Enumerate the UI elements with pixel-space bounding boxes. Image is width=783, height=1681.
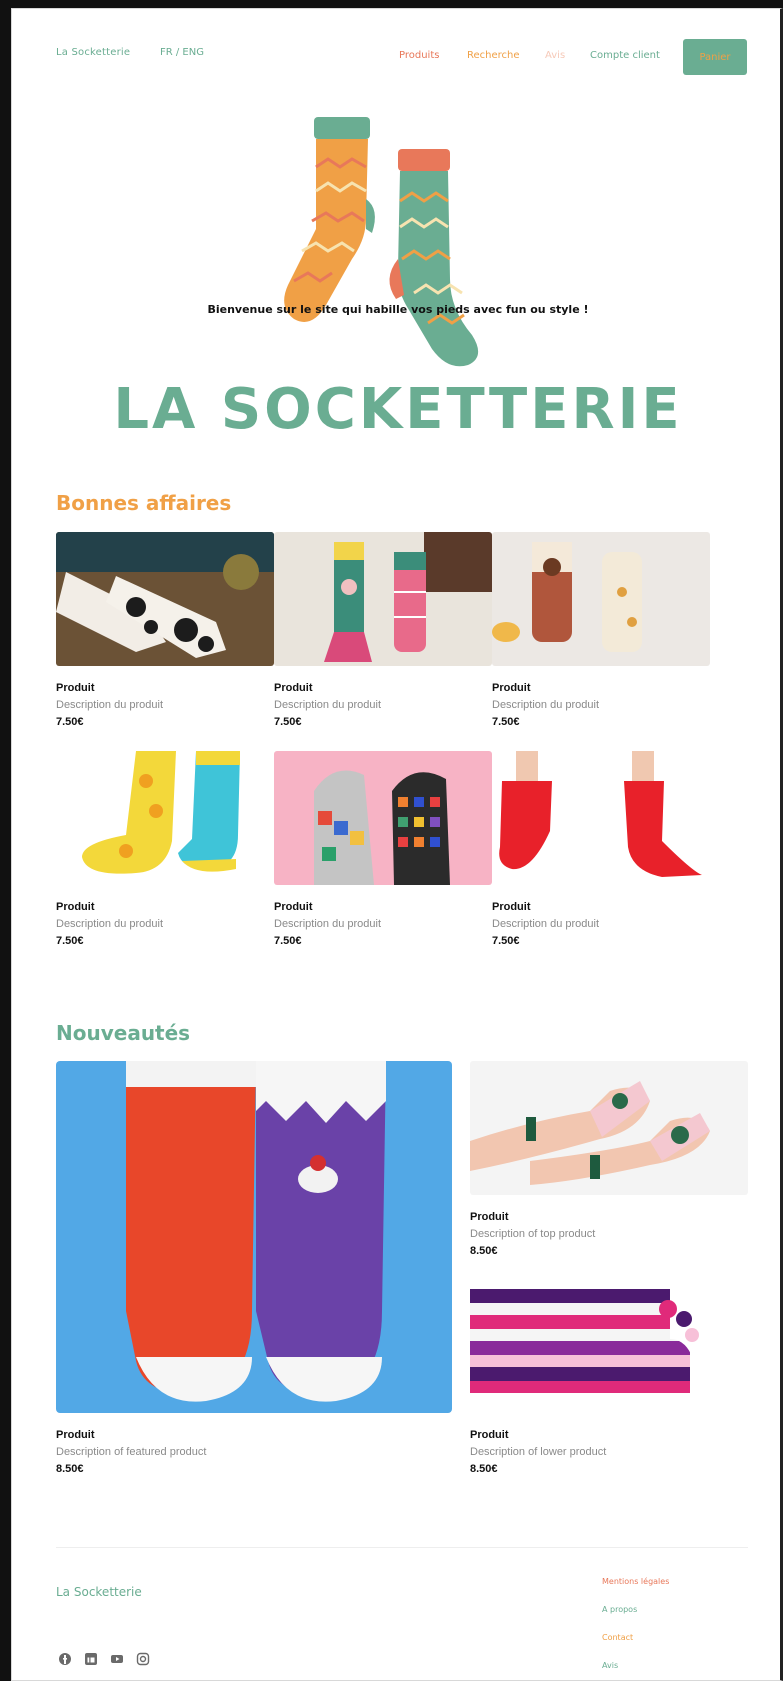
product-name: Produit — [492, 901, 531, 913]
socks-illustration — [284, 117, 479, 367]
green-sock-cuff — [398, 149, 450, 171]
product-price: 7.50€ — [56, 716, 84, 728]
orange-sock-cuff — [314, 117, 370, 139]
product-description: Description of top product — [470, 1228, 596, 1240]
product-name: Produit — [492, 682, 531, 694]
product-price: 7.50€ — [492, 935, 520, 947]
product-description: Description of lower product — [470, 1446, 607, 1458]
deals-section-title: Bonnes affaires — [56, 491, 232, 515]
product-description: Description du produit — [492, 699, 600, 711]
lower-product-image[interactable] — [470, 1279, 748, 1413]
product-card[interactable]: Produit Description du produit 7.50€ — [492, 532, 710, 728]
product-price: 8.50€ — [56, 1463, 84, 1475]
product-image[interactable] — [492, 532, 710, 666]
product-price: 8.50€ — [470, 1245, 498, 1257]
footer-divider — [56, 1547, 748, 1548]
header: La Socketterie FR / ENG Produits Recherc… — [12, 9, 780, 109]
page: La Socketterie FR / ENG Produits Recherc… — [11, 8, 783, 1681]
product-description: Description of featured product — [56, 1446, 207, 1458]
product-description: Description du produit — [56, 699, 164, 711]
featured-product-card[interactable]: Produit Description of featured product … — [56, 1061, 452, 1475]
product-price: 7.50€ — [274, 935, 302, 947]
product-price: 8.50€ — [470, 1463, 498, 1475]
product-price: 7.50€ — [492, 716, 520, 728]
top-product-card[interactable]: Produit Description of top product 8.50€ — [470, 1061, 748, 1257]
product-name: Produit — [470, 1429, 509, 1441]
product-card[interactable]: Produit Description du produit 7.50€ — [274, 532, 492, 728]
green-sock-body — [397, 171, 479, 367]
instagram-icon[interactable] — [136, 1651, 150, 1666]
product-description: Description du produit — [492, 918, 600, 930]
hero-welcome-text: Bienvenue sur le site qui habille vos pi… — [207, 303, 589, 316]
product-card[interactable]: Produit Description du produit 7.50€ — [56, 751, 274, 947]
linkedin-icon[interactable] — [84, 1651, 98, 1665]
site-logo-link[interactable]: La Socketterie — [56, 47, 130, 58]
product-image[interactable] — [56, 751, 274, 885]
product-image[interactable] — [56, 532, 274, 666]
product-card[interactable]: Produit Description du produit 7.50€ — [274, 751, 492, 947]
product-name: Produit — [56, 682, 95, 694]
product-description: Description du produit — [274, 699, 382, 711]
nav-avis[interactable]: Avis — [545, 50, 565, 61]
featured-product-image[interactable] — [56, 1061, 452, 1413]
product-card[interactable]: Produit Description du produit 7.50€ — [56, 532, 274, 728]
footer-link-mentions[interactable]: Mentions légales — [602, 1577, 669, 1586]
product-description: Description du produit — [274, 918, 382, 930]
footer-brand: La Socketterie — [56, 1585, 142, 1599]
product-name: Produit — [470, 1211, 509, 1223]
nav-compte-client[interactable]: Compte client — [590, 50, 660, 61]
footer-link-avis[interactable]: Avis — [602, 1661, 618, 1670]
product-card[interactable]: Produit Description du produit 7.50€ — [492, 751, 710, 947]
top-product-image[interactable] — [470, 1061, 748, 1195]
product-name: Produit — [274, 901, 313, 913]
orange-sock-body — [284, 139, 368, 322]
youtube-icon[interactable] — [110, 1651, 124, 1665]
footer-link-contact[interactable]: Contact — [602, 1633, 633, 1642]
product-description: Description du produit — [56, 918, 164, 930]
facebook-icon[interactable] — [58, 1651, 72, 1665]
product-price: 7.50€ — [274, 716, 302, 728]
cart-button[interactable]: Panier — [683, 39, 747, 75]
language-switch[interactable]: FR / ENG — [160, 47, 204, 58]
hero: Bienvenue sur le site qui habille vos pi… — [12, 109, 780, 469]
new-section-title: Nouveautés — [56, 1021, 191, 1045]
product-price: 7.50€ — [56, 935, 84, 947]
product-image[interactable] — [274, 532, 492, 666]
lower-product-card[interactable]: Produit Description of lower product 8.5… — [470, 1279, 748, 1475]
footer-link-apropos[interactable]: A propos — [602, 1605, 637, 1614]
nav-produits[interactable]: Produits — [399, 50, 439, 61]
nav-recherche[interactable]: Recherche — [467, 50, 520, 61]
product-image[interactable] — [492, 751, 710, 885]
product-image[interactable] — [274, 751, 492, 885]
product-name: Produit — [56, 901, 95, 913]
product-name: Produit — [274, 682, 313, 694]
product-name: Produit — [56, 1429, 95, 1441]
brand-title: LA SOCKETTERIE — [113, 377, 683, 442]
